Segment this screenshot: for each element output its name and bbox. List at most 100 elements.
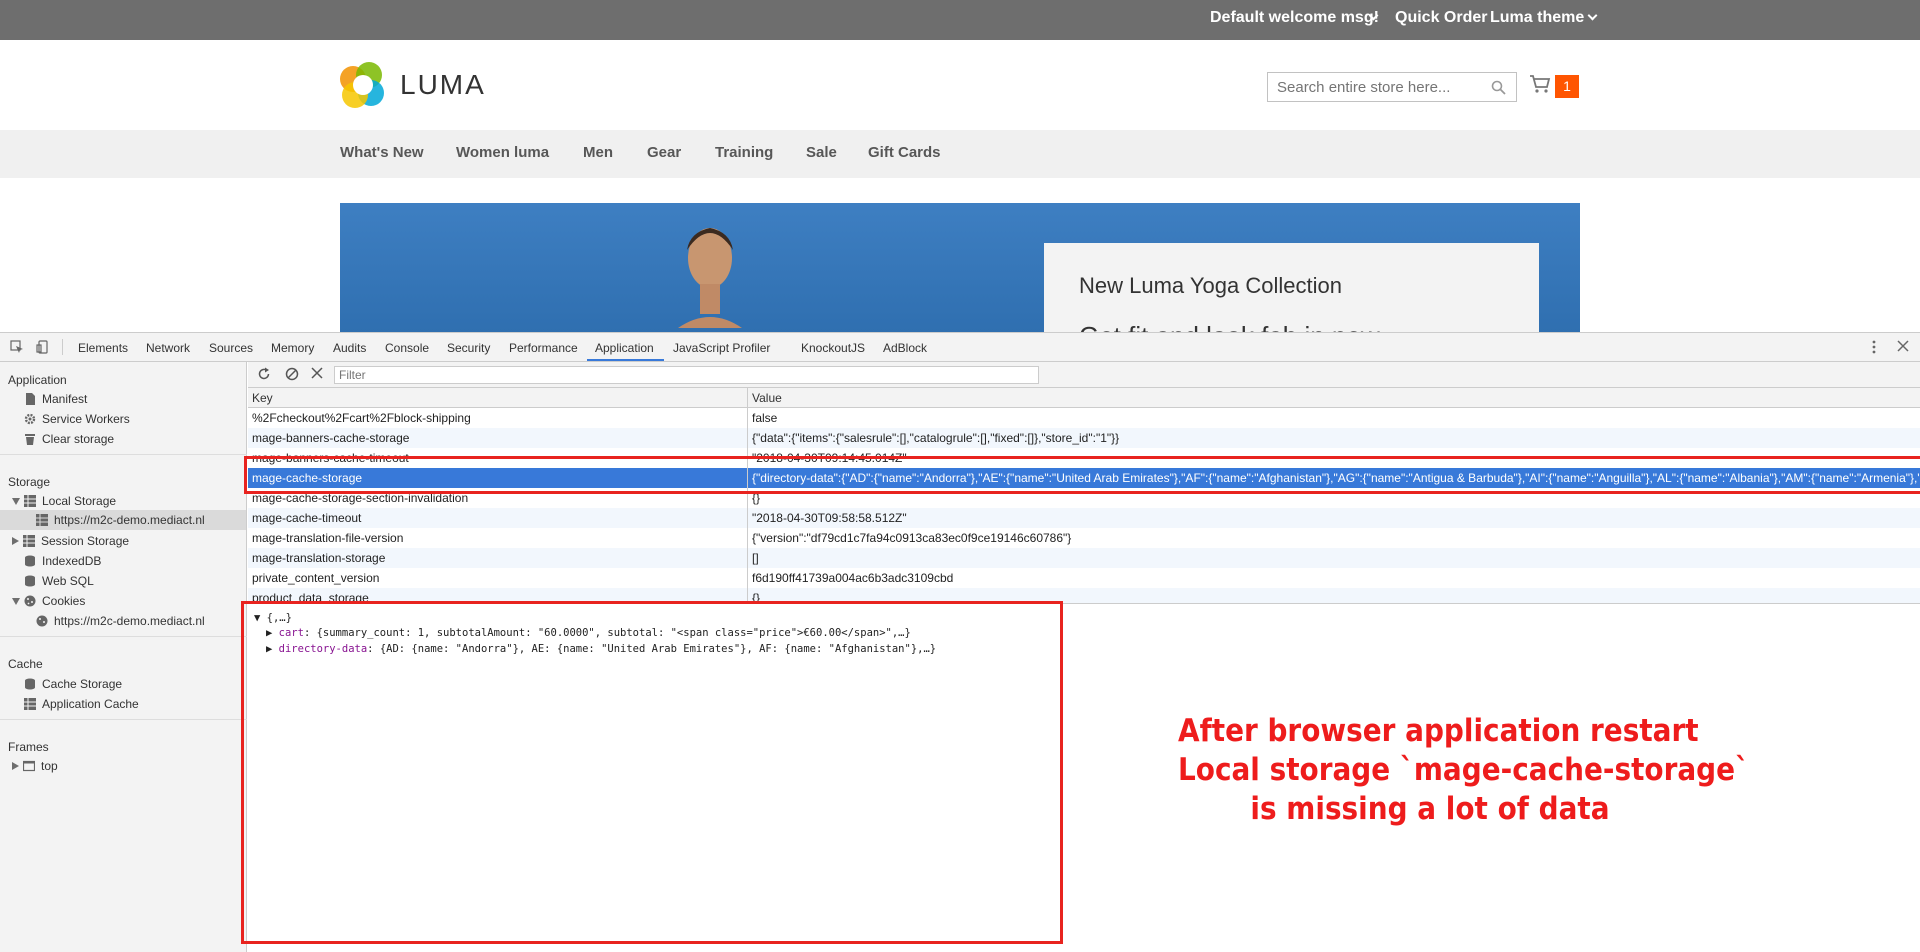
table-row[interactable]: mage-translation-file-version {"version":… [248, 528, 1920, 548]
tab-knockoutjs[interactable]: KnockoutJS [801, 341, 865, 355]
sidebar-item-local-storage-origin[interactable]: https://m2c-demo.mediact.nl [0, 510, 246, 530]
table-row[interactable]: private_content_version f6d190ff41739a004… [248, 568, 1920, 588]
theme-label: Luma theme [1490, 9, 1585, 26]
search-input[interactable] [1268, 73, 1478, 101]
sidebar-item-label: top [41, 759, 58, 773]
trash-icon [24, 433, 36, 445]
sidebar-item-web-sql[interactable]: Web SQL [24, 574, 94, 588]
tab-console[interactable]: Console [385, 341, 429, 355]
more-options-icon[interactable] [1871, 340, 1877, 354]
row-key: mage-banners-cache-storage [252, 431, 410, 445]
tab-elements[interactable]: Elements [78, 341, 128, 355]
sidebar-item-local-storage[interactable]: Local Storage [12, 494, 116, 508]
table-row[interactable]: mage-translation-storage [] [248, 548, 1920, 568]
collapse-triangle-icon[interactable] [12, 762, 19, 770]
expand-triangle-icon[interactable] [12, 497, 20, 505]
sidebar-item-session-storage[interactable]: Session Storage [12, 534, 129, 548]
sidebar-item-service-workers[interactable]: Service Workers [24, 412, 130, 426]
column-header-value[interactable]: Value [752, 391, 782, 405]
delete-selected-icon[interactable] [311, 367, 323, 379]
clear-all-icon[interactable] [285, 367, 299, 381]
document-icon [24, 393, 36, 405]
sidebar-item-cache-storage[interactable]: Cache Storage [24, 677, 122, 691]
nav-item-sale[interactable]: Sale [806, 144, 837, 161]
active-tab-indicator [587, 359, 664, 361]
nav-item-men[interactable]: Men [583, 144, 613, 161]
cart-count-badge[interactable]: 1 [1555, 75, 1579, 98]
tab-adblock[interactable]: AdBlock [883, 341, 927, 355]
sidebar-item-label: Service Workers [42, 412, 130, 426]
row-value: f6d190ff41739a004ac6b3adc3109cbd [752, 571, 954, 585]
grid-storage-icon [36, 514, 48, 526]
close-devtools-icon[interactable] [1897, 340, 1909, 352]
row-value: [] [752, 551, 759, 565]
tab-audits[interactable]: Audits [333, 341, 366, 355]
application-sidebar: Application Manifest Service Workers Cle… [0, 362, 247, 952]
tab-memory[interactable]: Memory [271, 341, 314, 355]
filter-input[interactable] [334, 366, 1039, 384]
search-icon[interactable] [1491, 80, 1506, 95]
sidebar-item-label: Manifest [42, 392, 88, 406]
section-divider [0, 636, 247, 637]
row-key: private_content_version [252, 571, 380, 585]
tab-security[interactable]: Security [447, 341, 490, 355]
refresh-icon[interactable] [257, 367, 271, 381]
collapse-triangle-icon[interactable] [12, 537, 19, 545]
table-row[interactable]: mage-cache-timeout "2018-04-30T09:58:58.5… [248, 508, 1920, 528]
nav-item-training[interactable]: Training [715, 144, 773, 161]
section-divider [0, 719, 247, 720]
column-divider[interactable] [747, 388, 748, 604]
quick-order-link[interactable]: Quick Order [1395, 0, 1487, 36]
sidebar-item-cookies-origin[interactable]: https://m2c-demo.mediact.nl [36, 614, 205, 628]
theme-switcher[interactable]: Luma theme [1490, 0, 1598, 36]
sidebar-item-indexeddb[interactable]: IndexedDB [24, 554, 101, 568]
nav-item-whats-new[interactable]: What's New [340, 144, 424, 161]
section-header-frames: Frames [8, 740, 49, 754]
annotation-line: is missing a lot of data [1250, 791, 1610, 827]
expand-triangle-icon[interactable] [12, 597, 20, 605]
tab-performance[interactable]: Performance [509, 341, 578, 355]
logo-text: LUMA [400, 69, 486, 100]
hero-banner[interactable]: New Luma Yoga Collection Get fit and loo… [340, 203, 1580, 333]
nav-item-women[interactable]: Women luma [456, 144, 549, 161]
tab-sources[interactable]: Sources [209, 341, 253, 355]
sidebar-item-label: https://m2c-demo.mediact.nl [54, 614, 205, 628]
device-toolbar-icon[interactable] [36, 340, 48, 354]
annotation-text: After browser application restart Local … [1178, 712, 1749, 829]
tab-network[interactable]: Network [146, 341, 190, 355]
welcome-chevron-icon[interactable] [1368, 0, 1379, 36]
nav-item-gear[interactable]: Gear [647, 144, 681, 161]
frame-icon [22, 760, 36, 772]
nav-item-gift-cards[interactable]: Gift Cards [868, 144, 941, 161]
sidebar-item-clear-storage[interactable]: Clear storage [24, 432, 114, 446]
tab-javascript-profiler[interactable]: JavaScript Profiler [673, 341, 770, 355]
column-header-key[interactable]: Key [252, 391, 273, 405]
sidebar-item-cookies[interactable]: Cookies [12, 594, 85, 608]
store-search[interactable] [1267, 72, 1517, 102]
grid-storage-icon [24, 698, 36, 710]
inspect-element-icon[interactable] [10, 340, 24, 354]
row-key: mage-translation-file-version [252, 531, 404, 545]
sidebar-item-manifest[interactable]: Manifest [24, 392, 87, 406]
hero-title: New Luma Yoga Collection [1079, 273, 1342, 298]
top-header-bar: Default welcome msg! Quick Order Luma th… [0, 0, 1920, 40]
sidebar-item-frame-top[interactable]: top [12, 759, 58, 773]
section-header-application: Application [8, 373, 67, 387]
database-icon [24, 555, 36, 567]
sidebar-item-label: Session Storage [41, 534, 130, 548]
luma-logo-icon [340, 62, 386, 108]
row-value: false [752, 411, 778, 425]
sidebar-item-label: Local Storage [42, 494, 117, 508]
grid-storage-icon [23, 535, 35, 547]
table-row[interactable]: %2Fcheckout%2Fcart%2Fblock-shipping false [248, 408, 1920, 428]
luma-logo[interactable]: LUMA [340, 62, 486, 108]
tab-application[interactable]: Application [595, 341, 654, 355]
table-row[interactable]: mage-banners-cache-storage {"data":{"item… [248, 428, 1920, 448]
theme-chevron-icon [1587, 10, 1598, 21]
sidebar-item-label: Clear storage [42, 432, 115, 446]
cart-icon[interactable] [1529, 74, 1551, 94]
database-icon [24, 575, 36, 587]
sidebar-item-application-cache[interactable]: Application Cache [24, 697, 139, 711]
hero-promo-card: New Luma Yoga Collection Get fit and loo… [1044, 243, 1539, 333]
highlight-box-preview [241, 601, 1063, 944]
